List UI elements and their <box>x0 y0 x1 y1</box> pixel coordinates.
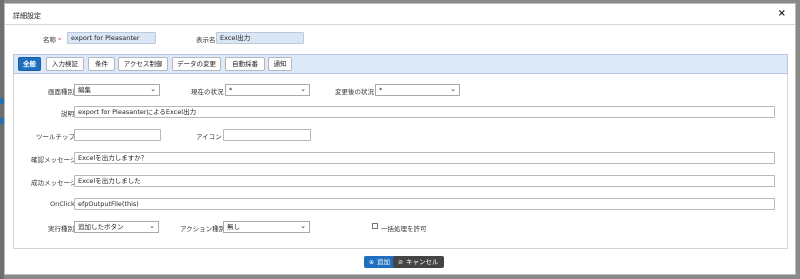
tab-notification[interactable]: 通知 <box>268 57 292 71</box>
add-button[interactable]: ⊕ 追加 <box>364 256 396 268</box>
tab-auto-numbering[interactable]: 自動採番 <box>225 57 265 71</box>
close-icon[interactable]: × <box>778 8 786 19</box>
current-status-label: 現在の状況 <box>191 88 224 96</box>
name-input[interactable]: export for Pleasanter <box>67 32 156 44</box>
new-status-label: 変更後の状況 <box>335 88 374 96</box>
settings-dialog: 詳細設定 × 名称 * export for Pleasanter 表示名 Ex… <box>4 3 796 275</box>
confirm-message-label: 確認メッセージ <box>31 156 77 164</box>
dialog-title: 詳細設定 <box>13 12 41 20</box>
screen-type-label: 画面種別 <box>48 88 74 96</box>
dialog-titlebar: 詳細設定 × <box>5 4 795 25</box>
display-name-input[interactable]: Excel出力 <box>216 32 304 44</box>
tab-data-change[interactable]: データの変更 <box>172 57 221 71</box>
description-label: 説明 <box>61 110 74 118</box>
tab-access-control[interactable]: アクセス制御 <box>118 57 168 71</box>
chevron-down-icon: ⌄ <box>150 85 156 93</box>
chevron-down-icon: ⌄ <box>300 222 306 230</box>
cancel-icon: ⊘ <box>398 259 404 266</box>
tab-bar: 全般 入力検証 条件 アクセス制御 データの変更 自動採番 通知 <box>13 54 788 74</box>
onclick-label: OnClick <box>50 200 75 208</box>
tab-conditions[interactable]: 条件 <box>88 57 115 71</box>
tab-validation[interactable]: 入力検証 <box>46 57 84 71</box>
tooltip-label: ツールチップ <box>36 133 75 141</box>
bulk-processing-label: 一括処理を許可 <box>381 225 427 233</box>
tooltip-input[interactable] <box>74 129 161 141</box>
screen-type-select[interactable]: 編集 ⌄ <box>74 84 160 96</box>
success-message-input[interactable]: Excelを出力しました <box>74 175 775 187</box>
action-type-label: アクション種別 <box>180 225 226 233</box>
exec-type-label: 実行種別 <box>48 225 74 233</box>
success-message-label: 成功メッセージ <box>31 179 77 187</box>
new-status-select[interactable]: * ⌄ <box>375 84 460 96</box>
current-status-select[interactable]: * ⌄ <box>225 84 310 96</box>
cancel-button[interactable]: ⊘ キャンセル <box>393 256 444 268</box>
action-type-select[interactable]: 無し ⌄ <box>223 221 310 233</box>
chevron-down-icon: ⌄ <box>450 85 456 93</box>
required-mark: * <box>58 36 62 44</box>
display-name-label: 表示名 <box>196 36 216 44</box>
confirm-message-input[interactable]: Excelを出力しますか？ <box>74 152 775 164</box>
name-label: 名称 * <box>43 36 62 44</box>
bulk-processing-checkbox[interactable] <box>372 223 378 229</box>
chevron-down-icon: ⌄ <box>149 222 155 230</box>
add-icon: ⊕ <box>369 259 375 266</box>
tab-general[interactable]: 全般 <box>18 57 41 71</box>
chevron-down-icon: ⌄ <box>300 85 306 93</box>
icon-input[interactable] <box>223 129 311 141</box>
onclick-input[interactable]: efpOutputFile(this) <box>74 198 775 210</box>
exec-type-select[interactable]: 追加したボタン ⌄ <box>74 221 159 233</box>
description-input[interactable]: export for PleasanterによるExcel出力 <box>74 106 775 118</box>
icon-label: アイコン <box>196 133 222 141</box>
